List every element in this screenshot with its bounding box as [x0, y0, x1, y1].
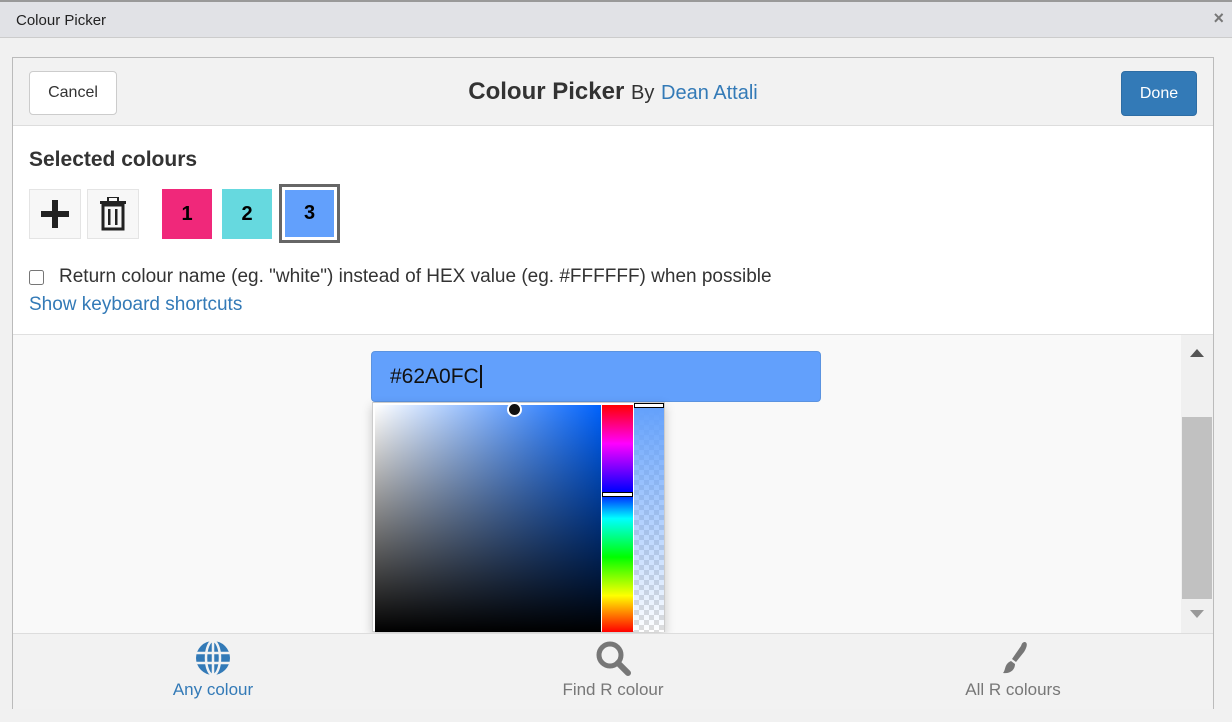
hex-input[interactable]: #62A0FC [371, 351, 821, 402]
close-icon[interactable]: × [1213, 8, 1224, 29]
colour-picker-widget [372, 402, 665, 632]
done-button[interactable]: Done [1121, 71, 1197, 116]
colour-swatch-1[interactable]: 1 [162, 189, 212, 239]
window-titlebar: Colour Picker × [0, 0, 1232, 38]
selected-colours-heading: Selected colours [29, 148, 198, 171]
saturation-value-area[interactable] [375, 402, 601, 632]
show-keyboard-shortcuts-link[interactable]: Show keyboard shortcuts [29, 294, 242, 316]
paintbrush-icon [1003, 642, 1027, 674]
colour-swatch-2[interactable]: 2 [222, 189, 272, 239]
text-cursor [479, 365, 482, 388]
tab-any-colour[interactable]: Any colour [13, 634, 413, 710]
plus-icon [41, 200, 69, 228]
title-text: Colour Picker [468, 78, 625, 105]
window-title: Colour Picker [16, 12, 107, 29]
hue-handle[interactable] [602, 492, 633, 497]
add-colour-button[interactable] [29, 189, 81, 239]
page-title: Colour Picker By Dean Attali [13, 78, 1213, 106]
tab-all-r-colours[interactable]: All R colours [813, 634, 1213, 710]
by-text: By [630, 82, 655, 104]
tab-label: Any colour [172, 680, 254, 699]
saturation-handle[interactable] [507, 402, 522, 417]
delete-colour-button[interactable] [87, 189, 139, 239]
colour-picker-panel: Cancel Colour Picker By Dean Attali Done… [12, 57, 1214, 709]
globe-icon [196, 640, 230, 676]
hex-value: #62A0FC [390, 365, 479, 388]
tab-label: All R colours [965, 680, 1061, 699]
scrollbar-thumb[interactable] [1182, 417, 1212, 599]
return-name-checkbox[interactable] [29, 269, 44, 285]
scroll-down-icon[interactable] [1190, 610, 1204, 618]
picker-scroll-area: #62A0FC [13, 334, 1213, 633]
tab-label: Find R colour [562, 680, 664, 699]
alpha-handle[interactable] [634, 403, 664, 408]
alpha-slider[interactable] [634, 403, 664, 632]
scrollbar[interactable] [1181, 335, 1213, 633]
header: Cancel Colour Picker By Dean Attali Done [13, 58, 1213, 126]
return-name-label: Return colour name (eg. "white") instead… [59, 266, 772, 287]
search-icon [596, 641, 631, 676]
bottom-tabs: Any colour Find R colour All R colours [13, 633, 1213, 709]
scroll-up-icon[interactable] [1190, 349, 1204, 357]
author-link[interactable]: Dean Attali [661, 82, 758, 104]
trash-icon [100, 197, 126, 231]
colour-swatch-3[interactable]: 3 [285, 190, 334, 237]
hue-slider[interactable] [602, 405, 633, 632]
return-name-checkbox-row[interactable]: Return colour name (eg. "white") instead… [29, 266, 772, 288]
tab-find-r-colour[interactable]: Find R colour [413, 634, 813, 710]
